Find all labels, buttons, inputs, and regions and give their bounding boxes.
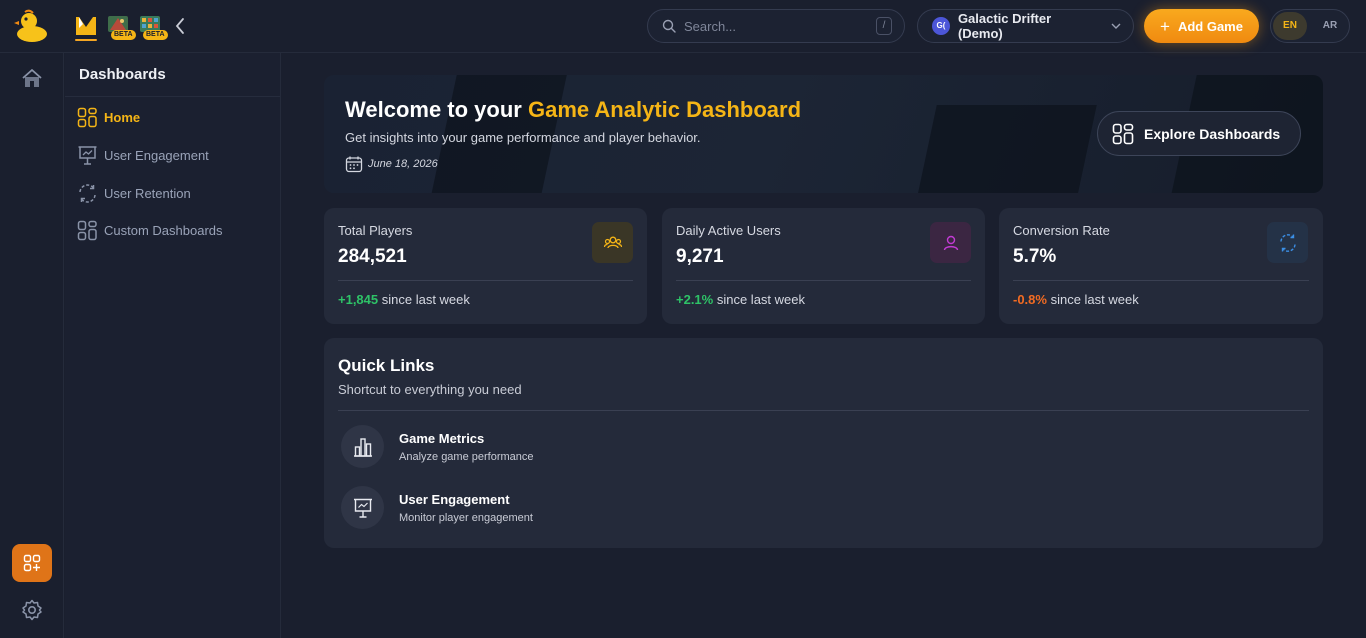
search-shortcut-key: / bbox=[876, 17, 892, 35]
search-input[interactable] bbox=[684, 18, 876, 34]
search-box[interactable]: / bbox=[647, 9, 905, 43]
stat-change: +2.1% since last week bbox=[676, 292, 805, 307]
quick-link-title: Game Metrics bbox=[399, 430, 485, 446]
stat-card-daily-active-users: Daily Active Users 9,271 +2.1% since las… bbox=[662, 208, 985, 324]
presentation-icon bbox=[341, 486, 384, 529]
divider bbox=[338, 410, 1309, 411]
divider bbox=[1013, 280, 1309, 281]
date-text: June 18, 2026 bbox=[368, 158, 438, 170]
stat-change-value: +1,845 bbox=[338, 292, 379, 307]
calendar-icon bbox=[345, 156, 363, 173]
sidebar-item-user-engagement[interactable]: User Engagement bbox=[77, 142, 209, 168]
banner-decoration bbox=[911, 105, 1097, 193]
quick-link-desc: Analyze game performance bbox=[399, 450, 534, 463]
apps-plus-icon bbox=[23, 554, 41, 572]
sidebar-item-home[interactable]: Home bbox=[77, 104, 140, 130]
dashboards-sidebar: Dashboards Home User Engagement User Ret… bbox=[65, 53, 281, 638]
top-bar: BETA BETA / G( Galactic Drifter (Demo) bbox=[0, 0, 1366, 53]
user-icon bbox=[930, 222, 971, 263]
users-icon bbox=[592, 222, 633, 263]
bar-chart-icon bbox=[341, 425, 384, 468]
stat-change-value: -0.8% bbox=[1013, 292, 1047, 307]
collapse-chevron-icon[interactable] bbox=[174, 16, 188, 36]
language-switcher: EN AR bbox=[1270, 9, 1350, 43]
app-tab-analytics[interactable] bbox=[75, 14, 97, 41]
sidebar-item-custom-dashboards[interactable]: Custom Dashboards bbox=[77, 217, 223, 243]
quick-link-desc: Monitor player engagement bbox=[399, 511, 533, 524]
app-switcher: BETA BETA bbox=[75, 14, 168, 41]
stat-change-suffix: since last week bbox=[1046, 292, 1139, 307]
duck-logo-icon[interactable] bbox=[14, 9, 48, 43]
welcome-banner: Welcome to your Game Analytic Dashboard … bbox=[324, 75, 1323, 193]
beta-badge: BETA bbox=[111, 30, 136, 40]
sidebar-item-label: Home bbox=[104, 109, 141, 125]
sidebar-item-label: User Retention bbox=[104, 185, 191, 201]
search-icon bbox=[662, 19, 676, 33]
stat-label: Conversion Rate bbox=[1013, 223, 1110, 238]
presentation-icon bbox=[78, 145, 97, 165]
chevron-down-icon bbox=[1111, 21, 1121, 32]
grid-icon bbox=[1112, 123, 1134, 144]
stat-label: Total Players bbox=[338, 223, 413, 238]
quick-link-text: Game Metrics Analyze game performance bbox=[399, 431, 534, 463]
quick-link-text: User Engagement Monitor player engagemen… bbox=[399, 492, 533, 524]
lang-en-button[interactable]: EN bbox=[1273, 12, 1307, 40]
stat-change-suffix: since last week bbox=[378, 292, 470, 307]
plus-icon: + bbox=[1160, 16, 1170, 36]
analytics-app-icon bbox=[76, 17, 96, 35]
quick-links-subtitle: Shortcut to everything you need bbox=[338, 382, 522, 397]
stat-card-conversion-rate: Conversion Rate 5.7% -0.8% since last we… bbox=[999, 208, 1323, 324]
sidebar-title: Dashboards bbox=[79, 66, 166, 83]
welcome-title: Welcome to your Game Analytic Dashboard bbox=[345, 97, 801, 123]
explore-label: Explore Dashboards bbox=[1144, 125, 1281, 142]
stat-value: 5.7% bbox=[1013, 246, 1057, 267]
add-game-button[interactable]: + Add Game bbox=[1144, 9, 1259, 43]
stat-change: +1,845 since last week bbox=[338, 292, 470, 307]
current-date: June 18, 2026 bbox=[345, 155, 438, 173]
stat-change-value: +2.1% bbox=[676, 292, 714, 307]
divider bbox=[338, 280, 633, 281]
add-game-label: Add Game bbox=[1177, 18, 1243, 34]
quick-links-card: Quick Links Shortcut to everything you n… bbox=[324, 338, 1323, 548]
quick-link-title: User Engagement bbox=[399, 491, 510, 507]
grid-icon bbox=[77, 220, 97, 240]
quick-links-title: Quick Links bbox=[338, 356, 435, 375]
stat-change-suffix: since last week bbox=[713, 292, 805, 307]
divider bbox=[65, 96, 280, 97]
sidebar-item-label: User Engagement bbox=[104, 147, 209, 163]
beta-badge: BETA bbox=[143, 30, 168, 40]
welcome-title-prefix: Welcome to your bbox=[345, 97, 528, 122]
explore-dashboards-button[interactable]: Explore Dashboards bbox=[1097, 111, 1301, 156]
app-tab-beta-1[interactable]: BETA bbox=[107, 14, 136, 40]
lang-ar-button[interactable]: AR bbox=[1313, 12, 1347, 40]
icon-rail bbox=[0, 53, 64, 638]
game-name: Galactic Drifter (Demo) bbox=[957, 11, 1052, 41]
sidebar-item-user-retention[interactable]: User Retention bbox=[77, 180, 191, 206]
sidebar-item-label: Custom Dashboards bbox=[104, 222, 223, 238]
game-avatar: G( bbox=[932, 17, 950, 35]
game-selector[interactable]: G( Galactic Drifter (Demo) bbox=[917, 9, 1134, 43]
home-icon[interactable] bbox=[20, 67, 44, 91]
divider bbox=[676, 280, 971, 281]
stat-value: 284,521 bbox=[338, 246, 407, 267]
stat-change: -0.8% since last week bbox=[1013, 292, 1139, 307]
refresh-icon bbox=[79, 183, 96, 203]
settings-gear-icon[interactable] bbox=[20, 598, 44, 622]
stat-card-total-players: Total Players 284,521 +1,845 since last … bbox=[324, 208, 647, 324]
refresh-icon bbox=[1267, 222, 1308, 263]
stat-label: Daily Active Users bbox=[676, 223, 781, 238]
apps-add-button[interactable] bbox=[12, 544, 52, 582]
grid-icon bbox=[77, 107, 97, 127]
welcome-title-accent: Game Analytic Dashboard bbox=[527, 97, 802, 122]
welcome-subtitle: Get insights into your game performance … bbox=[345, 130, 701, 145]
quick-link-user-engagement[interactable]: User Engagement Monitor player engagemen… bbox=[341, 486, 533, 529]
app-tab-beta-2[interactable]: BETA bbox=[139, 14, 168, 40]
stat-value: 9,271 bbox=[676, 246, 724, 267]
quick-link-game-metrics[interactable]: Game Metrics Analyze game performance bbox=[341, 425, 534, 468]
